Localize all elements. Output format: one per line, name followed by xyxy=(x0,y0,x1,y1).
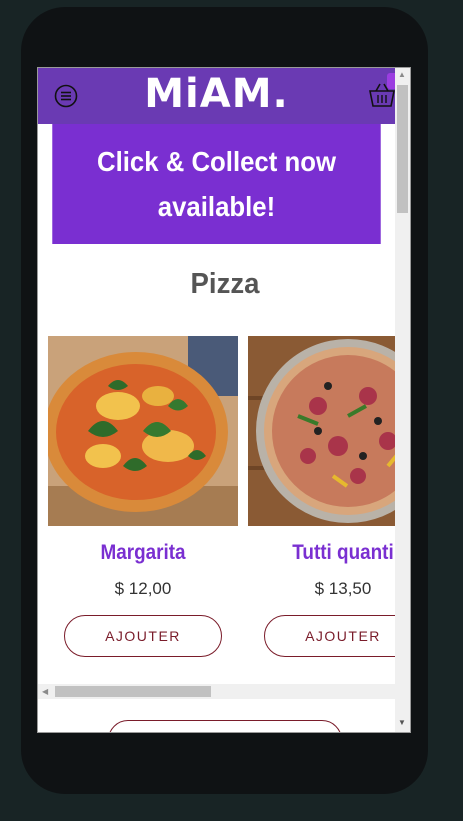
product-name[interactable]: Margarita xyxy=(49,541,238,565)
pizza-image-tutti-quanti[interactable] xyxy=(248,336,410,526)
scroll-down-arrow-icon[interactable]: ▼ xyxy=(398,718,406,727)
partial-button[interactable] xyxy=(108,720,342,732)
product-price: $ 13,50 xyxy=(314,579,372,598)
brand-logo[interactable]: MiAM. xyxy=(38,71,395,117)
basket-icon[interactable] xyxy=(367,80,397,110)
section-title: Pizza xyxy=(190,268,260,300)
vertical-scroll-thumb[interactable] xyxy=(397,85,408,213)
app-header: MiAM. xyxy=(38,68,395,124)
product-name[interactable]: Tutti quanti xyxy=(249,541,411,565)
scroll-up-arrow-icon[interactable]: ▲ xyxy=(398,70,406,79)
phone-screen: MiAM. Click & Collect now available! Piz… xyxy=(37,67,411,733)
banner-line-2: available! xyxy=(157,191,276,222)
add-to-cart-button[interactable]: AJOUTER xyxy=(64,615,222,657)
product-price: $ 12,00 xyxy=(114,579,172,598)
pizza-image-margarita[interactable] xyxy=(48,336,238,526)
carousel-horizontal-scrollbar[interactable]: ◀ xyxy=(38,684,395,699)
product-card-margarita: Margarita $ 12,00 AJOUTER xyxy=(48,336,238,657)
horizontal-scroll-thumb[interactable] xyxy=(55,686,211,697)
click-collect-banner: Click & Collect now available! xyxy=(52,124,381,244)
add-to-cart-button[interactable]: AJOUTER xyxy=(264,615,410,657)
banner-line-1: Click & Collect now xyxy=(96,146,337,177)
product-card-tutti-quanti: Tutti quanti $ 13,50 AJOUTER xyxy=(248,336,410,657)
vertical-scrollbar[interactable]: ▲ ▼ xyxy=(395,68,410,732)
scroll-left-arrow-icon[interactable]: ◀ xyxy=(42,687,48,696)
